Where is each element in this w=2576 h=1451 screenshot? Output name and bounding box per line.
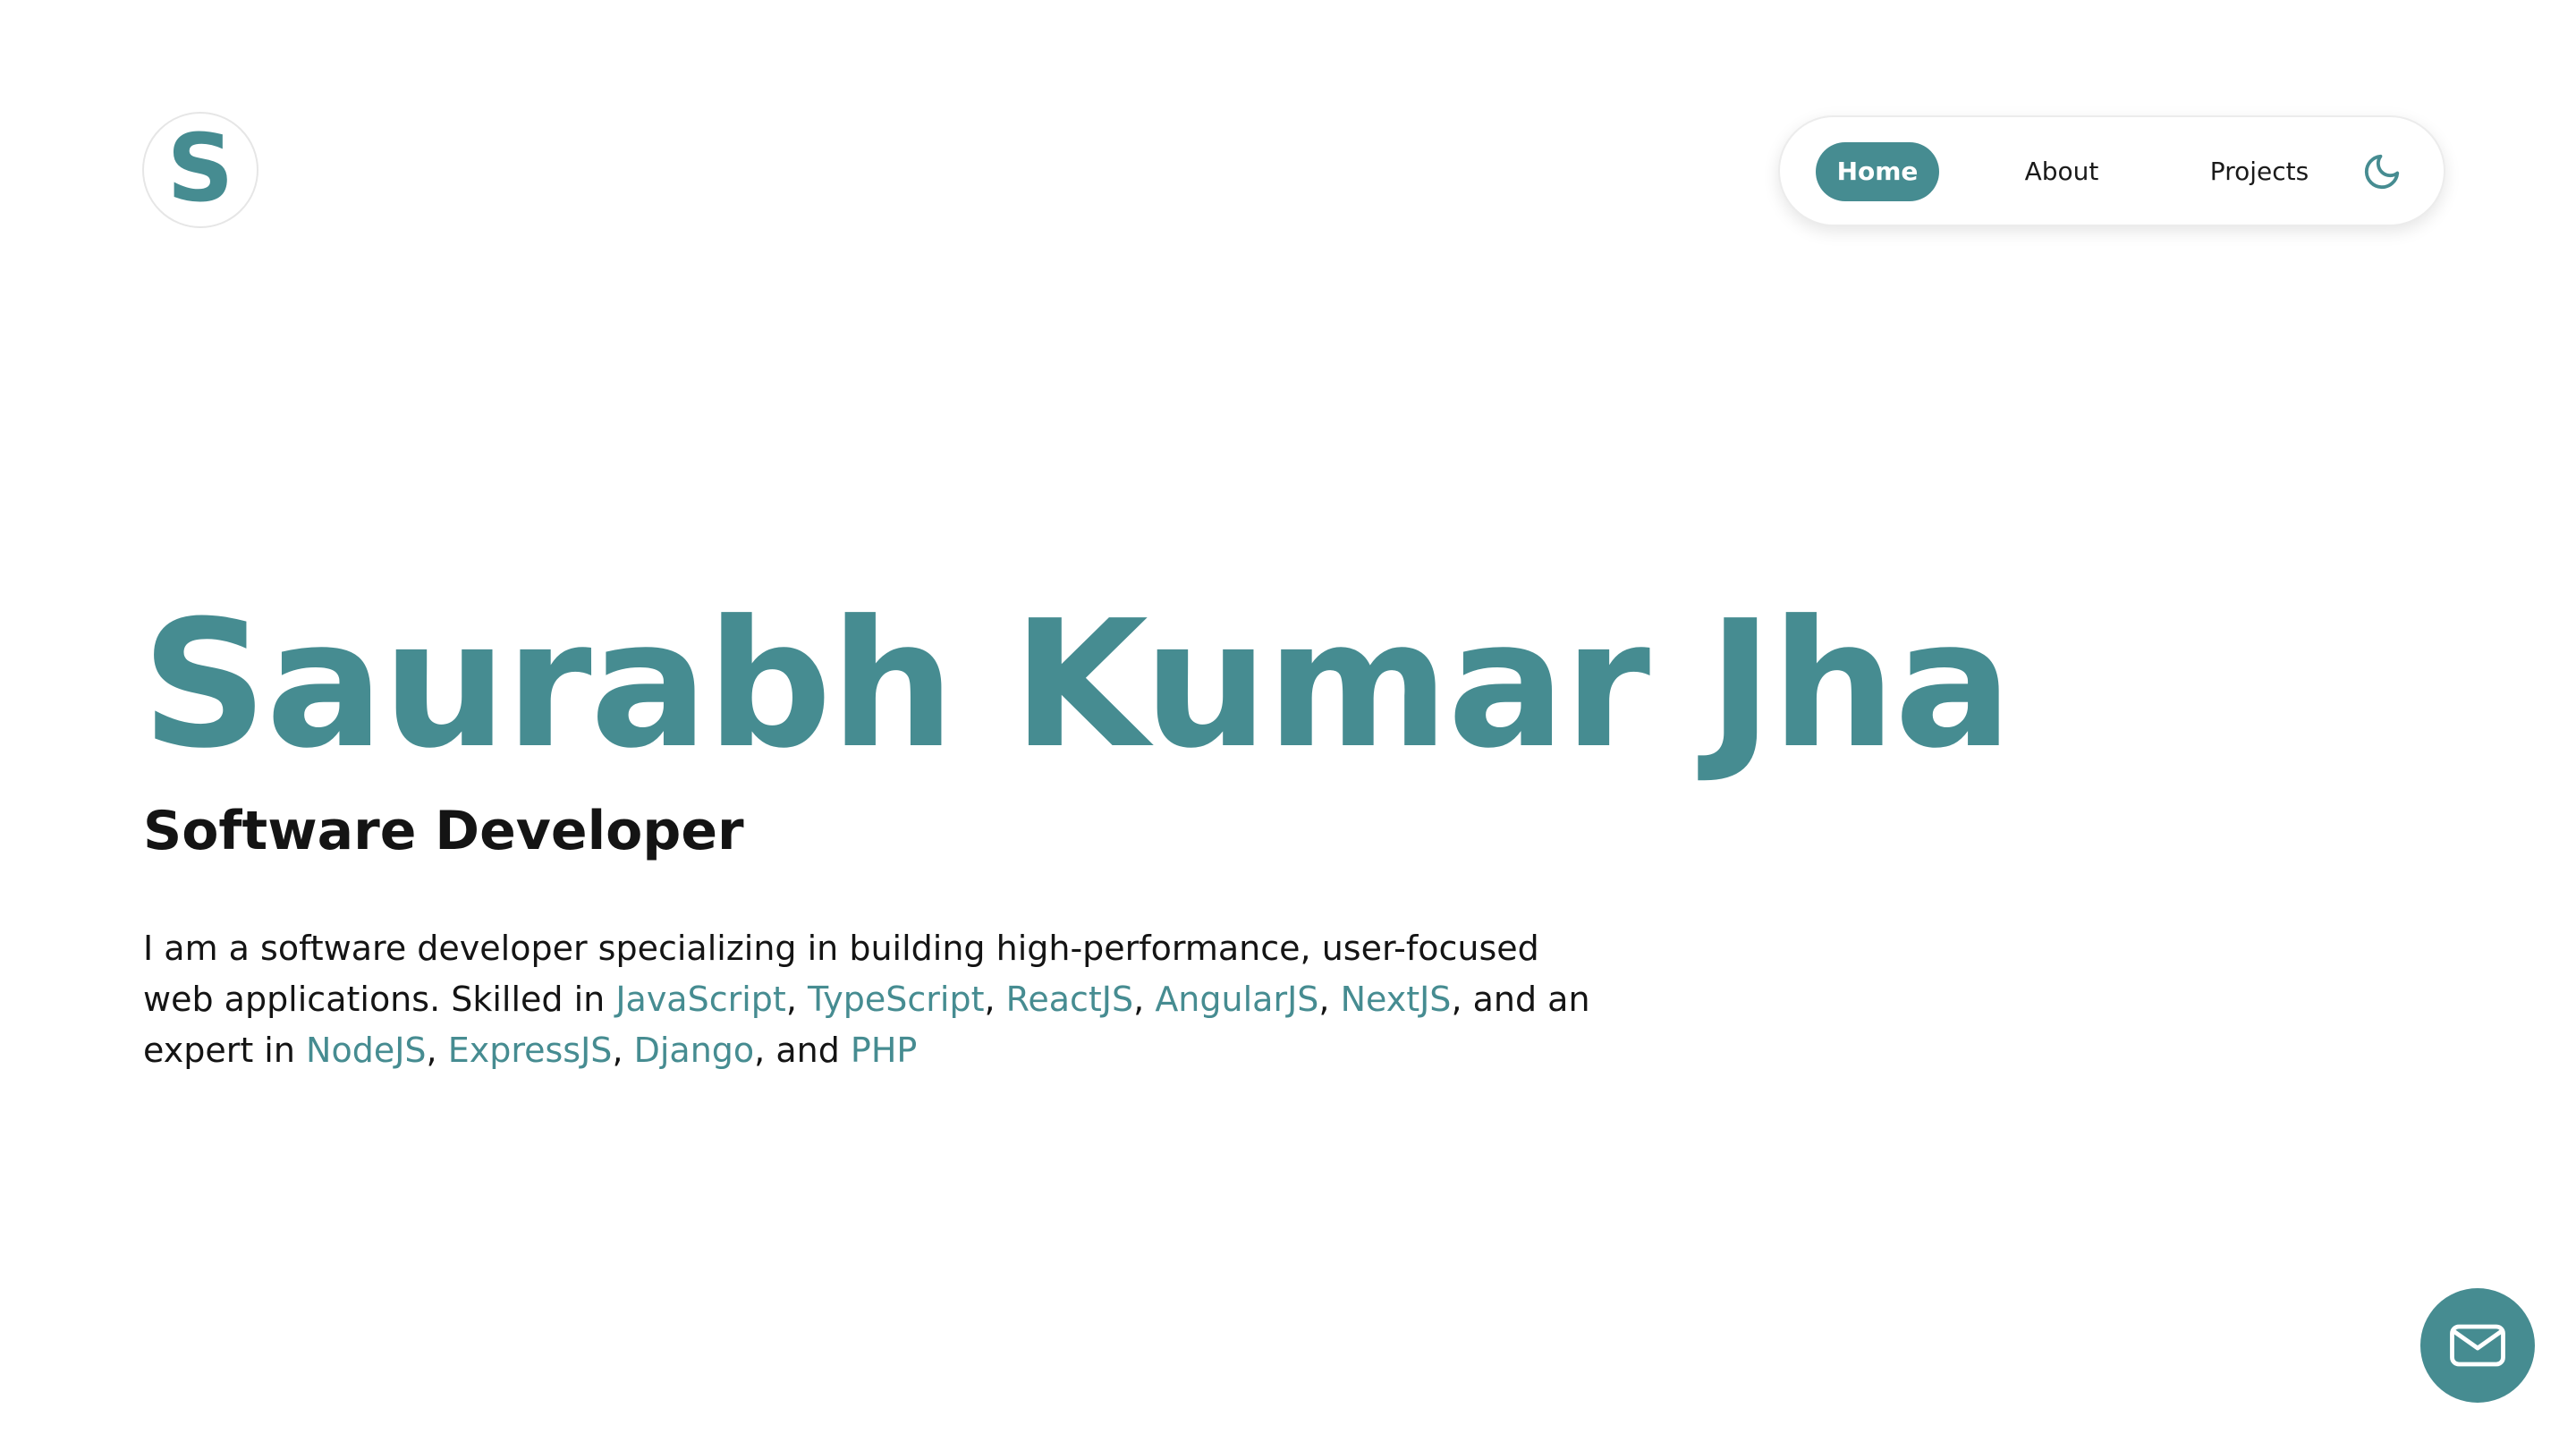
hero-name: Saurabh Kumar Jha (141, 583, 2012, 787)
theme-toggle-button[interactable] (2360, 149, 2404, 194)
contact-mail-button[interactable] (2420, 1288, 2535, 1403)
skill-php: PHP (850, 1031, 918, 1070)
skill-django: Django (633, 1031, 755, 1070)
moon-icon (2364, 154, 2400, 190)
bio-final-connector: , and (754, 1031, 851, 1070)
logo[interactable]: S (142, 112, 258, 228)
navbar: Home About Projects (1778, 115, 2445, 226)
skill-typescript: TypeScript (807, 980, 985, 1019)
skill-reactjs: ReactJS (1005, 980, 1134, 1019)
mail-icon (2450, 1324, 2505, 1367)
skill-nodejs: NodeJS (306, 1031, 427, 1070)
hero-role: Software Developer (143, 800, 744, 862)
skill-nextjs: NextJS (1340, 980, 1452, 1019)
logo-letter: S (166, 114, 234, 223)
nav-about-link[interactable]: About (2004, 142, 2120, 201)
hero-bio: I am a software developer specializing i… (143, 929, 1590, 1070)
nav-home-link[interactable]: Home (1816, 142, 1939, 201)
skill-expressjs: ExpressJS (447, 1031, 613, 1070)
skill-javascript: JavaScript (615, 980, 786, 1019)
skill-angularjs: AngularJS (1155, 980, 1319, 1019)
nav-projects-link[interactable]: Projects (2188, 142, 2331, 201)
